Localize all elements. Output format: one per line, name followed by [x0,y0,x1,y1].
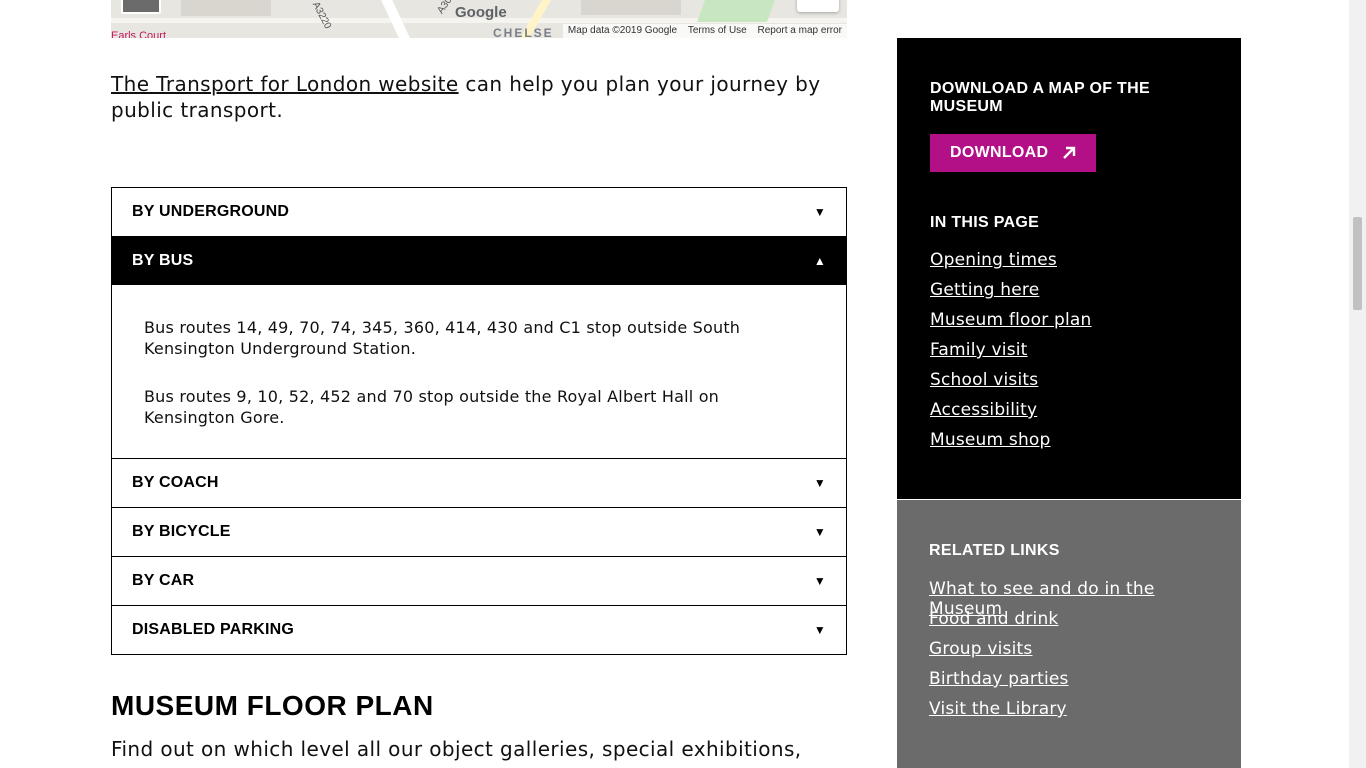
related-link-birthday-parties[interactable]: Birthday parties [929,669,1069,689]
list-item: Museum shop [930,430,1208,460]
page-scrollbar[interactable] [1349,0,1366,768]
map-control[interactable] [797,0,839,12]
chevron-down-icon: ▼ [813,525,826,539]
list-item: Food and drink [929,609,1209,639]
list-item: Family visit [930,340,1208,370]
google-logo: Google [455,4,507,21]
accordion-label: BY BUS [132,252,194,269]
map-road-label: A30 [435,0,455,16]
map-credits: Map data ©2019 Google Terms of Use Repor… [562,24,847,38]
download-button[interactable]: DOWNLOAD [930,134,1097,172]
section-title-floor-plan: MUSEUM FLOOR PLAN [111,690,434,721]
list-item: Getting here [930,280,1208,310]
map-block [581,0,681,15]
accordion-label: BY UNDERGROUND [132,203,290,220]
download-map-heading: DOWNLOAD A MAP OF THE MUSEUM [930,80,1150,115]
related-links-panel: RELATED LINKS What to see and do in the … [897,500,1241,768]
in-page-link-floor-plan[interactable]: Museum floor plan [930,310,1092,330]
in-page-link-family-visit[interactable]: Family visit [930,340,1028,360]
accordion-header-bus[interactable]: BY BUS ▲ [112,237,846,285]
accordion-label: BY CAR [132,572,195,589]
related-links-heading: RELATED LINKS [929,542,1060,559]
accordion-item-disabled-parking: DISABLED PARKING ▼ [112,605,846,654]
download-button-label: DOWNLOAD [950,144,1049,161]
floor-plan-intro: Find out on which level all our object g… [111,737,802,761]
external-arrow-icon [1063,146,1076,159]
getting-here-accordion: BY UNDERGROUND ▼ BY BUS ▲ Bus routes 14,… [111,187,847,655]
in-page-link-school-visits[interactable]: School visits [930,370,1038,390]
accordion-label: BY COACH [132,474,219,491]
related-link-visit-library[interactable]: Visit the Library [929,699,1067,719]
chevron-down-icon: ▼ [813,623,826,637]
list-item: What to see and do in the Museum [929,579,1209,619]
bus-routes-paragraph: Bus routes 9, 10, 52, 452 and 70 stop ou… [144,387,720,427]
accordion-item-bicycle: BY BICYCLE ▼ [112,507,846,556]
embedded-map[interactable]: A3220 A30 Google CHELSE Earls Court Map … [111,0,847,38]
list-item: Birthday parties [929,669,1209,699]
related-link-food-drink[interactable]: Food and drink [929,609,1058,629]
accordion-header-bicycle[interactable]: BY BICYCLE ▼ [112,508,846,556]
accordion-header-coach[interactable]: BY COACH ▼ [112,459,846,507]
map-place-label: CHELSE [493,26,554,38]
accordion-header-underground[interactable]: BY UNDERGROUND ▼ [112,188,846,236]
scrollbar-thumb[interactable] [1353,217,1362,310]
accordion-header-disabled-parking[interactable]: DISABLED PARKING ▼ [112,606,846,654]
report-map-error-link[interactable]: Report a map error [758,25,842,36]
terms-of-use-link[interactable]: Terms of Use [688,25,747,36]
chevron-down-icon: ▼ [813,205,826,219]
map-park [696,0,776,22]
map-road-label: A3220 [309,0,334,31]
in-page-link-getting-here[interactable]: Getting here [930,280,1039,300]
bus-routes-paragraph: Bus routes 14, 49, 70, 74, 345, 360, 414… [144,318,741,358]
accordion-body-bus: Bus routes 14, 49, 70, 74, 345, 360, 414… [112,285,846,458]
transport-intro: The Transport for London website can hel… [111,71,851,123]
chevron-up-icon: ▲ [813,254,826,268]
sidebar-panel: DOWNLOAD A MAP OF THE MUSEUM DOWNLOAD IN… [897,38,1241,499]
map-type-toggle[interactable] [121,0,161,14]
map-place-label: Earls Court [111,30,167,38]
list-item: Opening times [930,250,1208,280]
accordion-header-car[interactable]: BY CAR ▼ [112,557,846,605]
accordion-label: BY BICYCLE [132,523,231,540]
map-block [181,0,271,16]
chevron-down-icon: ▼ [813,574,826,588]
list-item: Group visits [929,639,1209,669]
in-page-link-opening-times[interactable]: Opening times [930,250,1057,270]
tfl-website-link[interactable]: The Transport for London website [111,72,459,96]
accordion-item-bus: BY BUS ▲ Bus routes 14, 49, 70, 74, 345,… [112,236,846,458]
list-item: Museum floor plan [930,310,1208,340]
in-page-link-museum-shop[interactable]: Museum shop [930,430,1051,450]
in-this-page-heading: IN THIS PAGE [930,214,1040,231]
accordion-item-car: BY CAR ▼ [112,556,846,605]
related-links-list: What to see and do in the Museum Food an… [929,579,1209,729]
map-data-text: Map data ©2019 Google [567,25,678,36]
accordion-item-coach: BY COACH ▼ [112,458,846,507]
related-link-group-visits[interactable]: Group visits [929,639,1032,659]
list-item: School visits [930,370,1208,400]
list-item: Visit the Library [929,699,1209,729]
list-item: Accessibility [930,400,1208,430]
in-page-link-accessibility[interactable]: Accessibility [930,400,1037,420]
accordion-item-underground: BY UNDERGROUND ▼ [112,188,846,236]
accordion-label: DISABLED PARKING [132,621,295,638]
in-page-nav: Opening times Getting here Museum floor … [930,250,1208,460]
chevron-down-icon: ▼ [813,476,826,490]
